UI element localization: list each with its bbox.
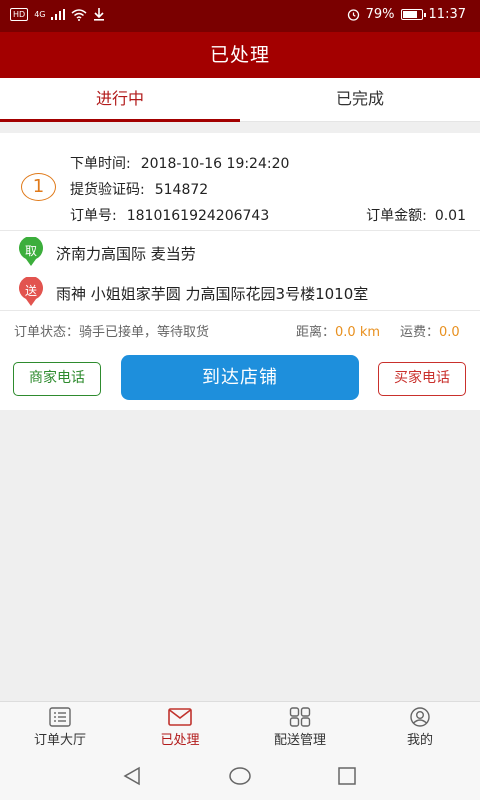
- bottom-nav: 订单大厅 已处理 配送管理 我的: [0, 701, 480, 755]
- order-amount: 订单金额: 0.01: [366, 205, 466, 225]
- fee-label: 运费：: [400, 325, 440, 340]
- network-label: 4G: [34, 10, 46, 19]
- profile-icon: [410, 707, 430, 727]
- order-number-value: 1810161924206743: [126, 208, 270, 224]
- distance-label: 距离：: [296, 325, 336, 340]
- system-nav-bar: [0, 755, 480, 800]
- order-card[interactable]: 1 下单时间: 2018-10-16 19:24:20 提货验证码: 514872 …: [0, 133, 480, 410]
- pickup-tag: 取: [25, 244, 37, 258]
- nav-processed[interactable]: 已处理: [120, 702, 240, 755]
- order-amount-value: 0.01: [434, 208, 466, 224]
- pickup-pin-icon: 取: [16, 237, 46, 267]
- home-icon[interactable]: [228, 765, 252, 787]
- order-number-label: 订单号:: [70, 208, 117, 224]
- pickup-address-row: 取 济南力高国际 麦当劳: [0, 237, 480, 267]
- nav-delivery-management[interactable]: 配送管理: [240, 702, 360, 755]
- tab-completed[interactable]: 已完成: [240, 78, 480, 121]
- shop-phone-button[interactable]: 商家电话: [13, 362, 101, 396]
- distance-value: 0.0 km: [335, 325, 381, 340]
- order-status: 订单状态：骑手已接单，等待取货: [14, 325, 210, 340]
- pickup-code-label: 提货验证码:: [70, 182, 145, 198]
- distance: 距离：0.0 km: [296, 321, 380, 340]
- delivery-address-row: 送 雨神 小姐姐家芋圆 力高国际花园3号楼1010室: [0, 277, 480, 307]
- wifi-icon: [71, 8, 87, 21]
- battery-percent: 79%: [365, 7, 395, 22]
- order-time-value: 2018-10-16 19:24:20: [140, 156, 290, 172]
- recents-icon[interactable]: [336, 765, 358, 787]
- order-amount-label: 订单金额:: [366, 208, 427, 224]
- order-time-line: 下单时间: 2018-10-16 19:24:20: [70, 153, 289, 173]
- nav-mine[interactable]: 我的: [360, 702, 480, 755]
- mail-icon: [168, 708, 192, 726]
- nav-order-hall[interactable]: 订单大厅: [0, 702, 120, 755]
- order-time-label: 下单时间:: [70, 156, 131, 172]
- clock: 11:37: [428, 7, 466, 22]
- fee-value: 0.0: [439, 325, 460, 340]
- page-title: 已处理: [0, 32, 480, 78]
- pickup-code-line: 提货验证码: 514872: [70, 179, 208, 199]
- order-number-line: 订单号: 1810161924206743: [70, 205, 269, 225]
- hd-badge: HD: [10, 8, 29, 21]
- back-icon[interactable]: [121, 765, 143, 787]
- alarm-icon: [347, 9, 359, 21]
- delivery-tag: 送: [25, 283, 37, 298]
- delivery-address: 雨神 小姐姐家芋圆 力高国际花园3号楼1010室: [56, 285, 369, 303]
- download-icon: [94, 8, 105, 21]
- grid-icon: [289, 707, 311, 727]
- nav-delivery-management-label: 配送管理: [273, 733, 326, 748]
- battery-icon: [400, 9, 426, 20]
- tab-bar: 进行中 已完成: [0, 78, 480, 122]
- list-icon: [49, 707, 71, 727]
- pickup-code-value: 514872: [154, 182, 209, 198]
- delivery-pin-icon: 送: [16, 277, 46, 307]
- order-status-row: 订单状态：骑手已接单，等待取货 距离：0.0 km 运费：0.0: [0, 310, 480, 343]
- pickup-address: 济南力高国际 麦当劳: [56, 245, 196, 263]
- nav-order-hall-label: 订单大厅: [33, 733, 86, 748]
- status-bar: HD 4G 79% 11:37: [0, 0, 480, 32]
- tab-in-progress[interactable]: 进行中: [0, 78, 240, 122]
- order-index-badge: 1: [21, 173, 56, 201]
- buyer-phone-button[interactable]: 买家电话: [378, 362, 466, 396]
- arrive-store-button[interactable]: 到达店铺: [121, 355, 359, 400]
- signal-icon: [51, 9, 66, 20]
- nav-mine-label: 我的: [406, 733, 433, 748]
- order-header: 1 下单时间: 2018-10-16 19:24:20 提货验证码: 514872 …: [0, 133, 480, 231]
- nav-processed-label: 已处理: [160, 733, 200, 748]
- delivery-fee: 运费：0.0: [400, 321, 460, 340]
